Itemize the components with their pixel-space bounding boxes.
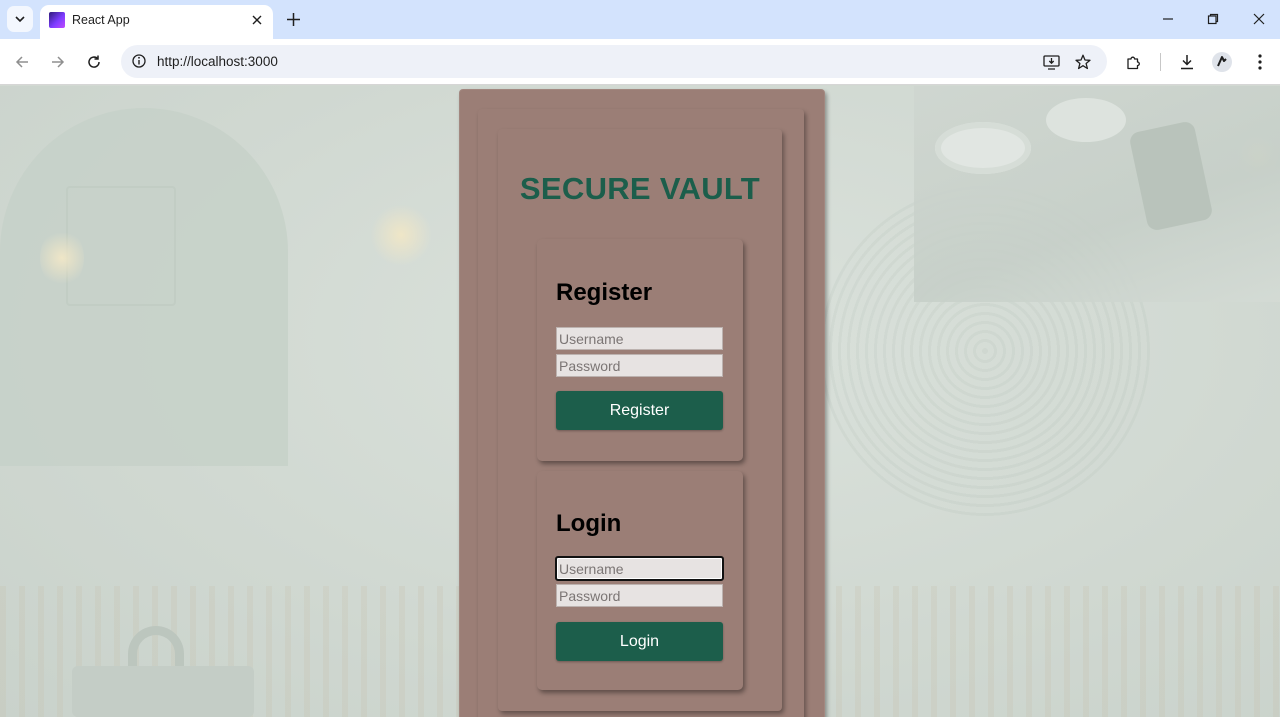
close-window-icon[interactable]	[1246, 7, 1272, 31]
tab-title: React App	[72, 13, 130, 27]
background-padlock	[72, 666, 254, 717]
profile-icon[interactable]	[1210, 50, 1234, 74]
extensions-icon[interactable]	[1122, 50, 1146, 74]
kebab-menu-icon[interactable]	[1248, 50, 1272, 74]
background-light	[370, 204, 432, 266]
toolbar-separator	[1160, 53, 1161, 71]
browser-tab[interactable]: React App	[40, 5, 273, 39]
background-plate	[935, 122, 1031, 174]
bookmark-star-icon[interactable]	[1072, 51, 1094, 73]
close-icon[interactable]	[248, 11, 266, 29]
install-app-icon[interactable]	[1040, 51, 1062, 73]
react-favicon-icon	[49, 12, 65, 28]
download-icon[interactable]	[1175, 50, 1199, 74]
back-arrow-icon[interactable]	[10, 50, 34, 74]
tab-search-icon[interactable]	[7, 6, 33, 32]
minimize-icon[interactable]	[1155, 7, 1181, 31]
register-card: Register Register	[537, 239, 743, 461]
page-title: SECURE VAULT	[519, 171, 761, 206]
login-button[interactable]: Login	[556, 622, 723, 661]
site-info-icon[interactable]	[129, 51, 149, 71]
register-password-input[interactable]	[556, 354, 723, 377]
vault-inner-panel: SECURE VAULT Register Register Login Log…	[498, 129, 782, 711]
vault-middle-panel: SECURE VAULT Register Register Login Log…	[478, 109, 804, 717]
forward-arrow-icon[interactable]	[46, 50, 70, 74]
browser-toolbar: http://localhost:3000	[0, 39, 1280, 85]
address-bar[interactable]: http://localhost:3000	[121, 45, 1107, 78]
reload-icon[interactable]	[82, 50, 106, 74]
login-username-input[interactable]	[555, 556, 724, 581]
login-password-input[interactable]	[556, 584, 723, 607]
login-card: Login Login	[537, 471, 743, 690]
plus-icon[interactable]	[283, 9, 303, 29]
background-window	[66, 186, 176, 306]
restore-icon[interactable]	[1200, 7, 1226, 31]
login-heading: Login	[556, 510, 622, 537]
register-button[interactable]: Register	[556, 391, 723, 430]
register-heading: Register	[556, 279, 653, 306]
page-viewport: SECURE VAULT Register Register Login Log…	[0, 86, 1280, 717]
background-light	[40, 228, 84, 288]
vault-outer-panel: SECURE VAULT Register Register Login Log…	[459, 89, 825, 717]
register-username-input[interactable]	[556, 327, 723, 350]
url-text[interactable]: http://localhost:3000	[157, 54, 278, 69]
background-cup	[1046, 98, 1126, 142]
browser-title-bar: React App	[0, 0, 1280, 39]
